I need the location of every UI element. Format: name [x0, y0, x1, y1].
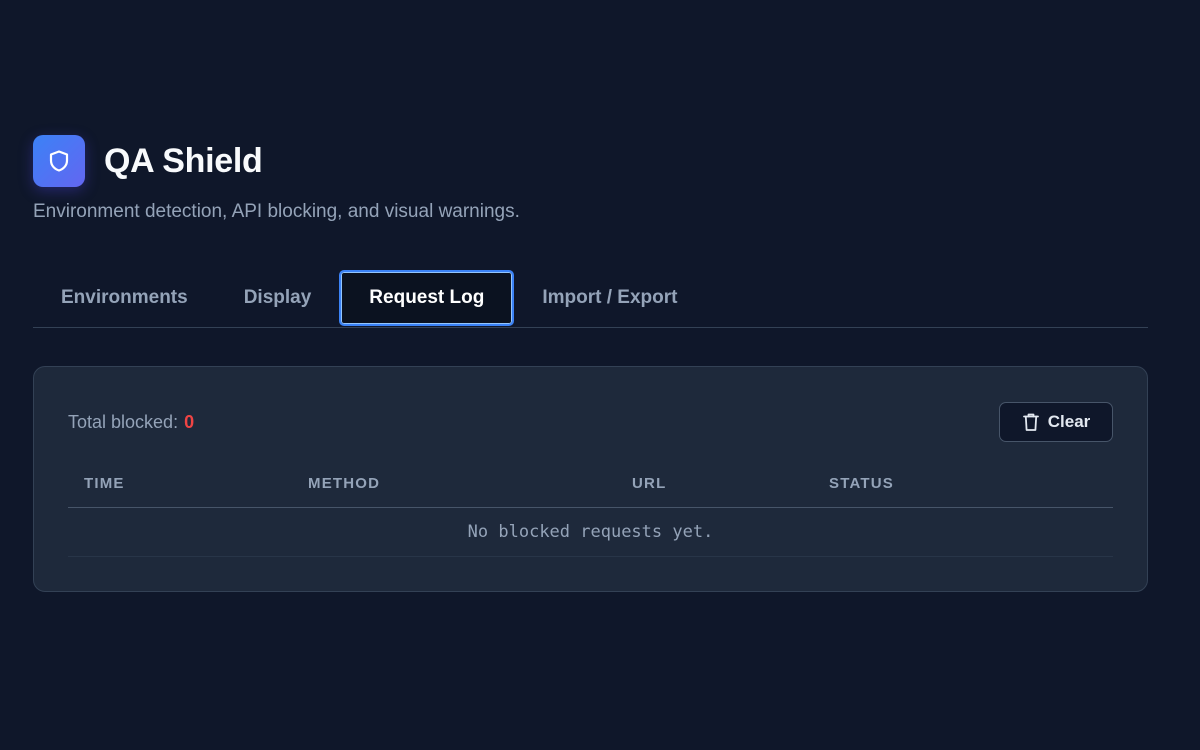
table-header: TIME METHOD URL STATUS [68, 463, 1113, 508]
empty-state-message: No blocked requests yet. [467, 522, 714, 542]
app-title: QA Shield [104, 141, 263, 180]
request-log-toolbar: Total blocked: 0 Clear [68, 401, 1113, 443]
column-header-status: STATUS [829, 475, 894, 492]
app-logo [33, 135, 85, 187]
shield-icon [49, 150, 69, 172]
app-header: QA Shield [33, 135, 263, 187]
table-row: No blocked requests yet. [68, 508, 1113, 557]
total-blocked-count: 0 [184, 411, 195, 432]
tab-import-export[interactable]: Import / Export [514, 270, 705, 326]
clear-button-label: Clear [1047, 412, 1091, 431]
tab-display[interactable]: Display [216, 270, 340, 326]
tab-request-log[interactable]: Request Log [339, 270, 515, 326]
clear-button[interactable]: Clear [999, 402, 1113, 442]
column-header-time: TIME [84, 475, 125, 492]
trash-icon [1022, 413, 1039, 431]
request-log-panel: Total blocked: 0 Clear TIME METHOD URL ST… [33, 366, 1148, 592]
total-blocked-label: Total blocked: [68, 411, 179, 432]
app-subtitle: Environment detection, API blocking, and… [33, 201, 520, 222]
column-header-url: URL [632, 475, 667, 492]
qa-shield-options-page: QA Shield Environment detection, API blo… [0, 0, 1200, 750]
tab-environments[interactable]: Environments [33, 270, 216, 326]
tab-bar: Environments Display Request Log Import … [33, 269, 1148, 328]
request-log-table: TIME METHOD URL STATUS No blocked reques… [68, 463, 1113, 557]
total-blocked: Total blocked: 0 [68, 412, 194, 433]
column-header-method: METHOD [308, 475, 381, 492]
